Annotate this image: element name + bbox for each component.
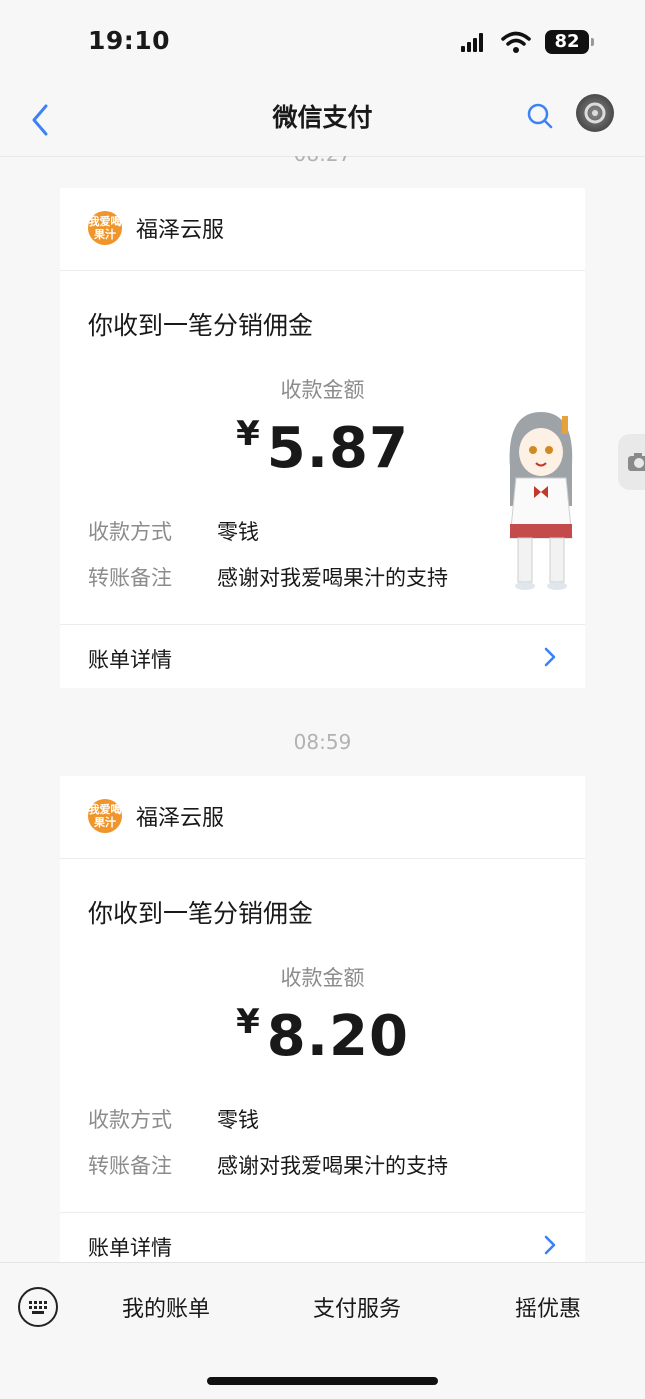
- merchant-row[interactable]: 我爱喝果汁 福泽云服: [88, 796, 224, 836]
- camera-icon: [628, 453, 645, 471]
- status-icons: 82: [459, 30, 594, 54]
- status-time: 19:10: [88, 26, 171, 55]
- method-label: 收款方式: [88, 1108, 172, 1132]
- floating-camera-handle[interactable]: [618, 434, 645, 490]
- status-bar: 19:10 82: [0, 0, 645, 90]
- chevron-right-icon: [544, 647, 556, 667]
- wifi-icon: [501, 31, 531, 53]
- currency-symbol: ¥: [236, 1002, 261, 1042]
- message-time: 08:59: [293, 730, 352, 754]
- merchant-row[interactable]: 我爱喝果汁 福泽云服: [88, 208, 224, 248]
- divider: [60, 858, 585, 859]
- search-icon: [527, 103, 553, 129]
- battery-indicator: 82: [545, 30, 594, 54]
- note-label: 转账备注: [88, 566, 172, 590]
- method-value: 零钱: [217, 520, 259, 544]
- merchant-logo: 我爱喝果汁: [88, 799, 122, 833]
- divider: [60, 624, 585, 625]
- tab-payment-services[interactable]: 支付服务: [313, 1291, 401, 1323]
- bill-detail-label: 账单详情: [88, 1236, 172, 1260]
- method-value: 零钱: [217, 1108, 259, 1132]
- amount-label: 收款金额: [280, 966, 365, 990]
- signal-icon: [461, 33, 483, 52]
- note-label: 转账备注: [88, 1154, 172, 1178]
- mascot-sticker: [509, 412, 573, 590]
- method-label: 收款方式: [88, 520, 172, 544]
- tab-my-bills[interactable]: 我的账单: [122, 1291, 210, 1323]
- card-title: 你收到一笔分销佣金: [88, 899, 314, 928]
- card-title: 你收到一笔分销佣金: [88, 311, 314, 340]
- amount-value: 8.20: [266, 1004, 409, 1069]
- merchant-logo: 我爱喝果汁: [88, 211, 122, 245]
- currency-symbol: ¥: [236, 414, 261, 454]
- divider: [60, 1212, 585, 1213]
- note-value: 感谢对我爱喝果汁的支持: [217, 1154, 448, 1178]
- amount-label: 收款金额: [280, 378, 365, 402]
- chevron-right-icon: [544, 1235, 556, 1255]
- nav-bar: 微信支付: [0, 90, 645, 157]
- search-button[interactable]: [524, 100, 556, 132]
- amount-value: 5.87: [266, 416, 409, 481]
- tab-shake-deals[interactable]: 摇优惠: [515, 1291, 581, 1323]
- message-feed[interactable]: 08:27 我爱喝果汁 福泽云服 你收到一笔分销佣金 收款金额 ¥5.87 收款…: [0, 156, 645, 1262]
- note-value: 感谢对我爱喝果汁的支持: [217, 566, 448, 590]
- payment-card[interactable]: 我爱喝果汁 福泽云服 你收到一笔分销佣金 收款金额 ¥8.20 收款方式 零钱 …: [60, 776, 585, 1262]
- divider: [60, 270, 585, 271]
- amount: ¥8.20: [60, 1002, 585, 1069]
- bottom-menu-bar: 我的账单 支付服务 摇优惠: [0, 1262, 645, 1399]
- merchant-name: 福泽云服: [136, 806, 225, 831]
- message-time: 08:27: [0, 156, 645, 166]
- bill-detail-link[interactable]: 账单详情: [88, 1220, 557, 1262]
- bill-detail-label: 账单详情: [88, 648, 172, 672]
- keyboard-toggle-button[interactable]: [18, 1287, 58, 1327]
- home-indicator: [207, 1377, 438, 1385]
- settings-button[interactable]: [576, 94, 614, 132]
- gear-icon: [584, 102, 606, 124]
- bill-detail-link[interactable]: 账单详情: [88, 632, 557, 682]
- keyboard-icon: [29, 1301, 47, 1314]
- merchant-name: 福泽云服: [136, 218, 225, 243]
